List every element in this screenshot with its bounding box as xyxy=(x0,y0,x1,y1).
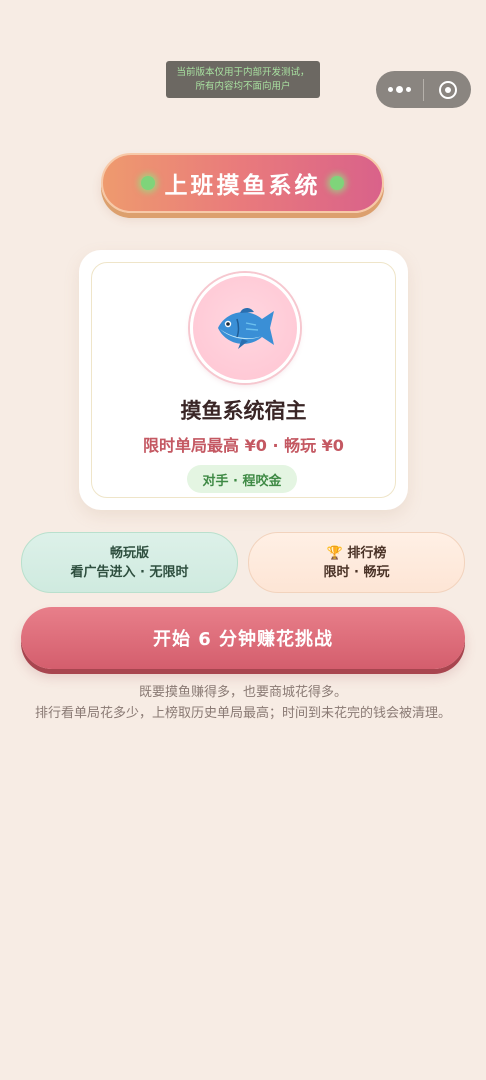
page: 当前版本仅用于内部开发测试， 所有内容均不面向用户 上班摸鱼系统 摸鱼系统宿主 … xyxy=(0,0,486,1080)
game-description: 既要摸鱼赚得多，也要商城花得多。 排行看单局花多少，上榜取历史单局最高；时间到未… xyxy=(26,682,460,724)
dev-notice-line2: 所有内容均不面向用户 xyxy=(195,80,291,92)
green-light-icon xyxy=(330,176,344,190)
description-line2: 排行看单局花多少，上榜取历史单局最高；时间到未花完的钱会被清理。 xyxy=(34,706,451,721)
leaderboard-button[interactable]: 🏆 排行榜 限时 · 畅玩 xyxy=(248,532,465,593)
more-dots-icon[interactable] xyxy=(376,71,423,108)
leaderboard-title: 排行榜 xyxy=(347,545,387,561)
host-name: 摸鱼系统宿主 xyxy=(180,399,307,423)
title-banner: 上班摸鱼系统 xyxy=(101,153,384,213)
opponent-tag: 对手 · 程咬金 xyxy=(187,465,297,493)
leaderboard-title-row: 🏆 排行榜 xyxy=(327,544,387,563)
description-line1: 既要摸鱼赚得多，也要商城花得多。 xyxy=(138,685,347,700)
casual-mode-title: 畅玩版 xyxy=(109,545,149,561)
dev-notice-toast: 当前版本仅用于内部开发测试， 所有内容均不面向用户 xyxy=(166,61,320,98)
page-title: 上班摸鱼系统 xyxy=(164,173,321,199)
miniprogram-capsule xyxy=(376,71,471,108)
host-stats: 限时单局最高 ¥0 · 畅玩 ¥0 xyxy=(143,436,344,455)
target-circle-icon[interactable] xyxy=(424,71,471,108)
casual-mode-subtitle: 看广告进入 · 无限时 xyxy=(70,564,189,580)
green-light-icon xyxy=(141,176,155,190)
dev-notice-line1: 当前版本仅用于内部开发测试， xyxy=(176,66,310,78)
leaderboard-subtitle: 限时 · 畅玩 xyxy=(323,564,390,580)
start-challenge-button[interactable]: 开始 6 分钟赚花挑战 xyxy=(21,607,465,669)
trophy-icon: 🏆 xyxy=(326,545,343,561)
host-card: 摸鱼系统宿主 限时单局最高 ¥0 · 畅玩 ¥0 对手 · 程咬金 xyxy=(79,250,408,510)
avatar xyxy=(190,273,300,383)
casual-mode-button[interactable]: 畅玩版 看广告进入 · 无限时 xyxy=(21,532,238,593)
fish-icon xyxy=(218,307,274,349)
